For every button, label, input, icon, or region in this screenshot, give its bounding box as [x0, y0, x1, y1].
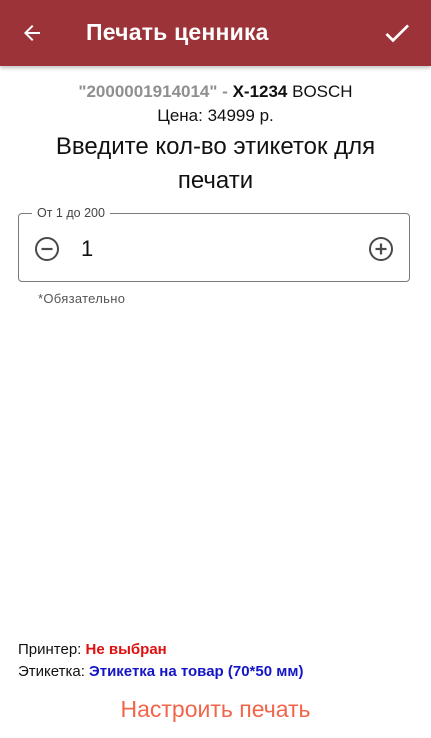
printer-value: Не выбран	[85, 641, 167, 658]
plus-circle-icon	[369, 237, 393, 261]
printer-status: Принтер: Не выбран	[18, 641, 167, 658]
arrow-left-icon	[24, 25, 40, 41]
label-status: Этикетка: Этикетка на товар (70*50 мм)	[18, 663, 303, 680]
configure-print-button[interactable]: Настроить печать	[0, 694, 431, 724]
printer-label: Принтер:	[18, 641, 86, 658]
back-button[interactable]	[12, 14, 52, 52]
increment-button[interactable]	[368, 236, 394, 262]
label-type-value: Этикетка на товар (70*50 мм)	[89, 663, 304, 680]
decrement-button[interactable]	[34, 236, 60, 262]
quantity-prompt: Введите кол-во этикеток для печати	[55, 133, 376, 194]
product-info: "2000001914014" - X-1234 BOSCH	[0, 82, 431, 102]
required-hint: *Обязательно	[38, 291, 126, 306]
product-brand: BOSCH	[287, 82, 353, 101]
confirm-button[interactable]	[375, 12, 419, 54]
product-barcode: "2000001914014"	[78, 82, 218, 101]
quantity-input[interactable]: 1	[81, 236, 93, 262]
product-price: Цена: 34999 р.	[157, 106, 274, 125]
minus-circle-icon	[35, 237, 59, 261]
page-title: Печать ценника	[86, 19, 269, 45]
app-bar: Печать ценника	[0, 0, 431, 66]
quantity-range-label: От 1 до 200	[32, 205, 110, 221]
product-separator: -	[217, 82, 233, 101]
product-article: X-1234	[232, 82, 288, 101]
app-screen: Печать ценника "2000001914014" - X-1234 …	[0, 0, 431, 738]
check-icon	[385, 24, 409, 43]
label-type-label: Этикетка:	[18, 663, 90, 680]
quantity-stepper[interactable]: От 1 до 200 1	[18, 205, 410, 282]
